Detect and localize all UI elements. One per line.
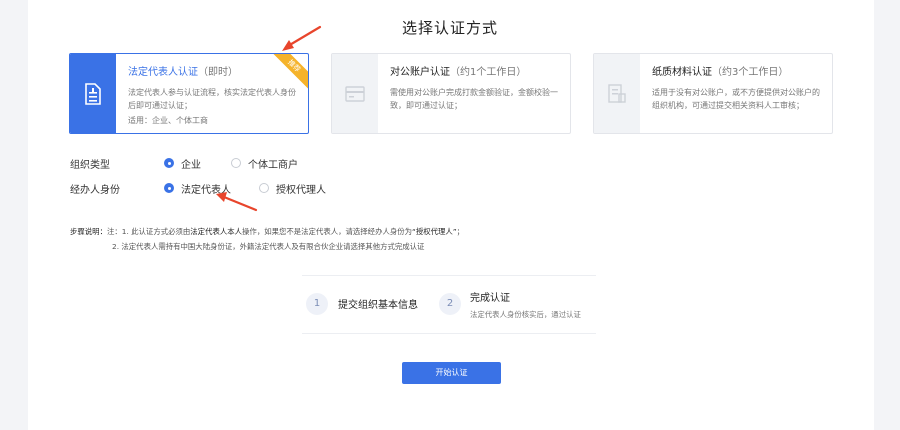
org-type-row: 组织类型 企业 个体工商户 <box>70 156 328 171</box>
radio-unchecked[interactable] <box>259 183 269 193</box>
option-label: 企业 <box>181 159 201 171</box>
document-icon <box>85 82 101 105</box>
step-title: 完成认证 <box>470 293 510 304</box>
card-title: 对公账户认证 <box>390 67 450 78</box>
card-desc: 需使用对公账户完成打款金额验证，金额校验一致，即可通过认证； <box>390 88 558 110</box>
org-type-option-individual[interactable]: 个体工商户 <box>231 156 298 171</box>
org-type-option-enterprise[interactable]: 企业 <box>164 156 201 171</box>
notes-label: 步骤说明： <box>70 227 107 236</box>
step-title: 提交组织基本信息 <box>338 300 418 311</box>
step-number: 1 <box>306 293 328 315</box>
radio-checked[interactable] <box>164 158 174 168</box>
operator-label: 经办人身份 <box>70 184 120 196</box>
annotation-arrow-icon <box>282 25 322 51</box>
steps-divider-bottom <box>302 333 596 334</box>
notes-text: ； <box>456 227 465 236</box>
start-auth-button[interactable]: 开始认证 <box>402 362 501 384</box>
card-desc: 法定代表人参与认证流程，核实法定代表人身份后即可通过认证； <box>128 88 296 110</box>
card-use: 适用：企业、个体工商 <box>128 116 208 125</box>
card-side <box>70 54 116 133</box>
notes-emphasis: “授权代理人” <box>412 227 457 236</box>
card-title: 法定代表人认证 <box>128 67 198 78</box>
step-subtitle: 法定代表人身份核实后，通过认证 <box>470 310 581 319</box>
card-side <box>332 54 378 133</box>
card-title: 纸质材料认证 <box>652 67 712 78</box>
notes-line-2: 2. 法定代表人需持有中国大陆身份证，外籍法定代表人及有限合伙企业请选择其他方式… <box>112 242 425 251</box>
option-label: 个体工商户 <box>248 159 298 171</box>
notes-emphasis: 法定代表人本人 <box>190 227 243 236</box>
card-side <box>594 54 640 133</box>
notes-text: 操作，如果您不是法定代表人，请选择经办人身份为 <box>242 227 413 236</box>
paper-icon <box>608 83 626 103</box>
radio-checked[interactable] <box>164 183 174 193</box>
notes-text: 注：1. 此认证方式必须由 <box>106 227 191 236</box>
auth-card-paper[interactable]: 纸质材料认证（约3个工作日） 适用于没有对公账户，或不方便提供对公账户的组织机构… <box>593 53 833 134</box>
auth-card-legal-rep[interactable]: 法定代表人认证（即时） 法定代表人参与认证流程，核实法定代表人身份后即可通过认证… <box>69 53 309 134</box>
operator-option-agent[interactable]: 授权代理人 <box>259 181 326 196</box>
step-number: 2 <box>439 293 461 315</box>
radio-unchecked[interactable] <box>231 158 241 168</box>
page-title: 选择认证方式 <box>401 19 498 37</box>
annotation-arrow-icon <box>216 192 258 212</box>
option-label: 授权代理人 <box>276 184 326 196</box>
step-notes: 步骤说明：注：1. 此认证方式必须由法定代表人本人操作，如果您不是法定代表人，请… <box>70 224 464 254</box>
card-subtitle: （约1个工作日） <box>450 67 527 78</box>
card-subtitle: （即时） <box>198 67 238 78</box>
steps-divider-top <box>302 275 596 276</box>
card-icon <box>345 85 365 102</box>
org-type-label: 组织类型 <box>70 159 110 171</box>
auth-card-bank-account[interactable]: 对公账户认证（约1个工作日） 需使用对公账户完成打款金额验证，金额校验一致，即可… <box>331 53 571 134</box>
card-desc: 适用于没有对公账户，或不方便提供对公账户的组织机构，可通过提交相关资料人工审核； <box>652 88 820 110</box>
card-subtitle: （约3个工作日） <box>712 67 789 78</box>
